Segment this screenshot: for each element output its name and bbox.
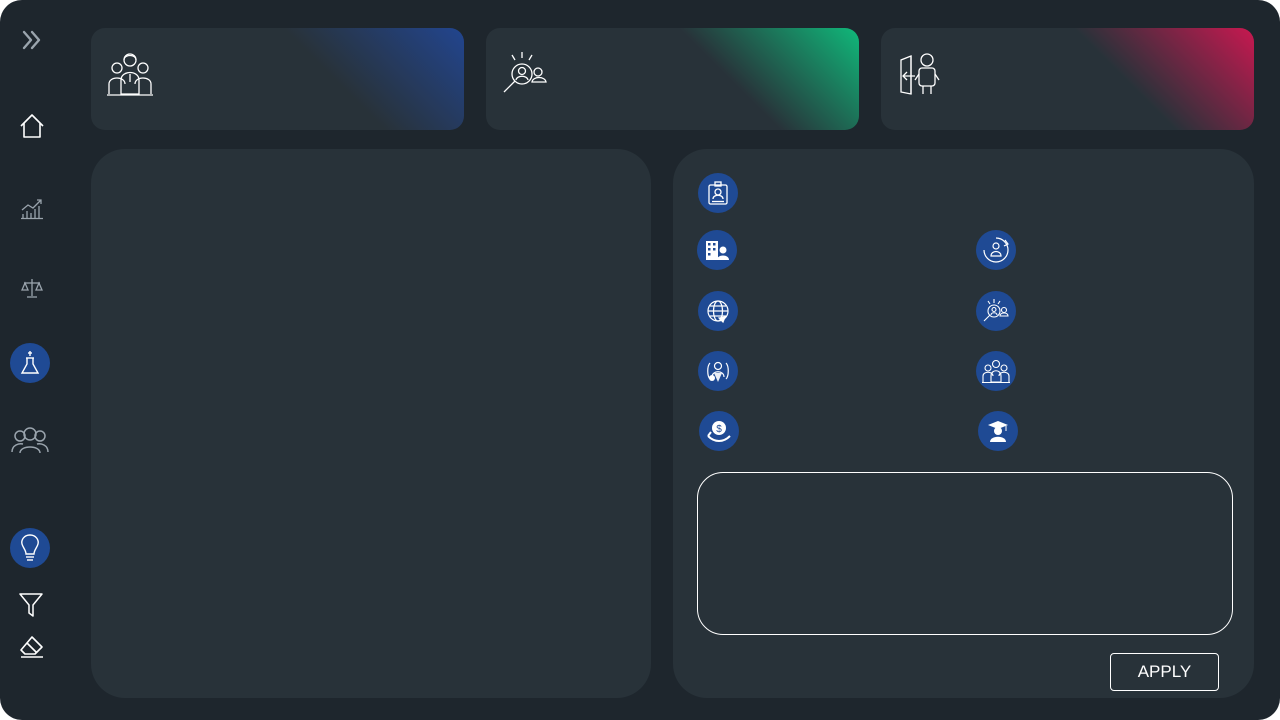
filter-icon[interactable] (11, 585, 51, 625)
team-icon (105, 50, 155, 98)
team-icon[interactable] (976, 351, 1016, 391)
flask-icon[interactable] (10, 343, 50, 383)
employee-care-icon[interactable] (698, 351, 738, 391)
kpi-card-team (91, 28, 464, 130)
talent-search-icon (500, 50, 550, 98)
global-network-icon[interactable] (698, 291, 738, 331)
line-chart-icon[interactable] (12, 188, 52, 228)
people-group-icon[interactable] (10, 420, 50, 460)
apply-button[interactable]: APPLY (1110, 653, 1219, 691)
graduate-icon[interactable] (978, 411, 1018, 451)
salary-hand-icon[interactable]: $ (699, 411, 739, 451)
employee-cycle-icon[interactable] (976, 230, 1016, 270)
employee-exit-icon (895, 50, 945, 98)
home-icon[interactable] (12, 106, 52, 146)
kpi-card-exit (881, 28, 1254, 130)
kpi-card-talent (486, 28, 859, 130)
eraser-icon[interactable] (12, 627, 52, 667)
comment-input[interactable] (697, 472, 1233, 635)
lightbulb-icon[interactable] (10, 528, 50, 568)
app-window: $ APPLY (0, 0, 1280, 720)
svg-text:$: $ (716, 424, 722, 435)
double-chevron-right-icon[interactable] (12, 20, 52, 60)
office-employee-icon[interactable] (697, 230, 737, 270)
scales-icon[interactable] (12, 268, 52, 308)
talent-search-icon[interactable] (976, 291, 1016, 331)
id-badge-icon[interactable] (698, 173, 738, 213)
main-content-panel (91, 149, 651, 698)
